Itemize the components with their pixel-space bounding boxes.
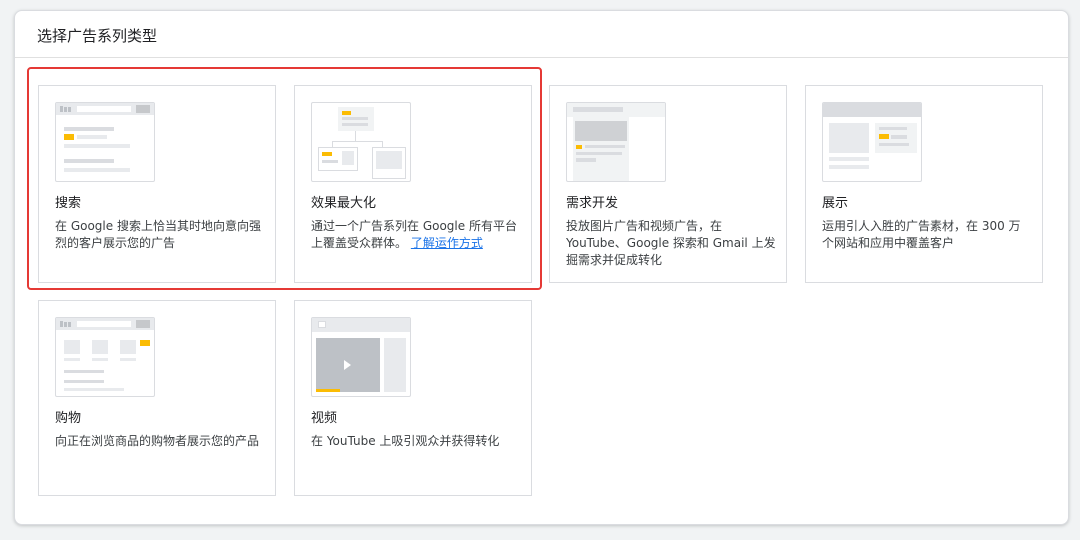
campaign-card-description: 运用引人入胜的广告素材，在 300 万个网站和应用中覆盖客户 <box>822 219 1021 250</box>
campaign-card-description: 投放图片广告和视频广告，在 YouTube、Google 探索和 Gmail 上… <box>566 219 776 267</box>
campaign-card-display[interactable]: 展示 运用引人入胜的广告素材，在 300 万个网站和应用中覆盖客户 <box>805 85 1043 283</box>
panel-title: 选择广告系列类型 <box>37 27 158 45</box>
campaign-card-name: 需求开发 <box>566 196 619 211</box>
panel-header: 选择广告系列类型 <box>15 11 1068 58</box>
demand-gen-thumbnail-icon <box>566 102 666 182</box>
display-ad-thumbnail-icon <box>822 102 922 182</box>
campaign-card-description: 通过一个广告系列在 Google 所有平台上覆盖受众群体。 了解运作方式 <box>311 219 517 250</box>
search-ad-thumbnail-icon <box>55 102 155 182</box>
campaign-card-name: 购物 <box>55 411 82 426</box>
performance-max-thumbnail-icon <box>311 102 411 182</box>
campaign-card-description: 在 Google 搜索上恰当其时地向意向强烈的客户展示您的广告 <box>55 219 261 250</box>
campaign-card-performance-max[interactable]: 效果最大化 通过一个广告系列在 Google 所有平台上覆盖受众群体。 了解运作… <box>294 85 532 283</box>
campaign-card-name: 效果最大化 <box>311 196 377 211</box>
campaign-card-search[interactable]: 搜索 在 Google 搜索上恰当其时地向意向强烈的客户展示您的广告 <box>38 85 276 283</box>
campaign-card-description: 在 YouTube 上吸引观众并获得转化 <box>311 434 500 448</box>
campaign-card-demand-gen[interactable]: 需求开发 投放图片广告和视频广告，在 YouTube、Google 探索和 Gm… <box>549 85 787 283</box>
campaign-card-video[interactable]: 视频 在 YouTube 上吸引观众并获得转化 <box>294 300 532 496</box>
campaign-card-name: 视频 <box>311 411 338 426</box>
campaign-card-name: 搜索 <box>55 196 82 211</box>
campaign-card-name: 展示 <box>822 196 849 211</box>
campaign-card-shopping[interactable]: 购物 向正在浏览商品的购物者展示您的产品 <box>38 300 276 496</box>
play-icon <box>344 360 351 370</box>
video-ad-thumbnail-icon <box>311 317 411 397</box>
shopping-ad-thumbnail-icon <box>55 317 155 397</box>
campaign-card-description: 向正在浏览商品的购物者展示您的产品 <box>55 434 260 448</box>
learn-how-it-works-link[interactable]: 了解运作方式 <box>411 236 483 250</box>
